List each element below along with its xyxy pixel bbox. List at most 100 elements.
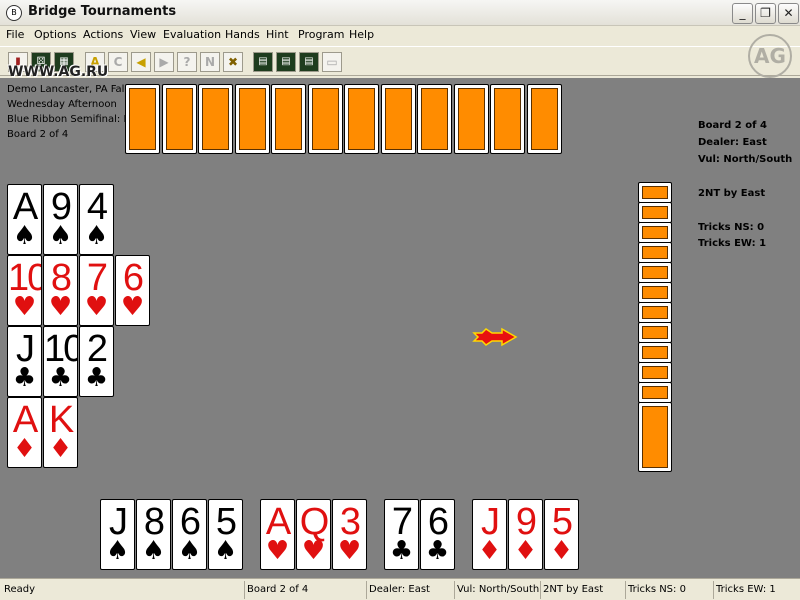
watermark-logo: AG [748,34,792,78]
toolbar: ▮ ⚄ ▦ A C ◀ ▶ ? N ✖ ▤ ▤ ▤ ▭ [0,46,800,76]
east-card-back [638,362,672,383]
film-3-icon[interactable]: ▤ [299,52,319,72]
north-card-back [417,84,452,154]
heart-icon: ♥ [301,536,326,566]
south-card-5-spade[interactable]: 5 ♠ [208,499,243,570]
south-card-j-spade[interactable]: J ♠ [100,499,135,570]
south-card-j-diamond[interactable]: J ♦ [472,499,507,570]
west-card-4-spade[interactable]: 4 ♠ [79,184,114,255]
status-contract: 2NT by East [540,581,625,599]
west-card-a-spade[interactable]: A ♠ [7,184,42,255]
status-tricks-ns: Tricks NS: 0 [625,581,713,599]
west-card-8-heart[interactable]: 8 ♥ [43,255,78,326]
south-card-q-heart[interactable]: Q ♥ [296,499,331,570]
forward-icon[interactable]: ▶ [154,52,174,72]
status-tricks-ew: Tricks EW: 1 [713,581,798,599]
heart-icon: ♥ [12,292,37,322]
south-card-7-club[interactable]: 7 ♣ [384,499,419,570]
north-card-back [271,84,306,154]
heart-icon: ♥ [265,536,290,566]
east-card-back [638,202,672,223]
north-card-back [307,84,343,154]
menu-hands[interactable]: Hands [225,28,260,41]
spade-icon: ♠ [177,536,202,566]
menu-help[interactable]: Help [349,28,374,41]
back-icon[interactable]: ◀ [131,52,151,72]
north-card-back [453,84,489,154]
east-card-back [638,262,672,283]
menu-bar: File Options Actions View Evaluation Han… [0,26,800,46]
south-card-6-club[interactable]: 6 ♣ [420,499,455,570]
menu-options[interactable]: Options [34,28,76,41]
contract-label: 2NT by East [698,188,766,199]
east-card-back [638,342,672,363]
spade-icon: ♠ [105,536,130,566]
menu-view[interactable]: View [130,28,156,41]
film-2-icon[interactable]: ▤ [276,52,296,72]
app-window: B Bridge Tournaments _ ❐ ✕ File Options … [0,0,800,600]
clear-icon[interactable]: C [108,52,128,72]
status-board: Board 2 of 4 [244,581,366,599]
dealer-label: Dealer: East [698,137,767,148]
west-card-10-heart[interactable]: 10♥ [7,255,42,326]
spade-icon: ♠ [213,536,238,566]
west-card-9-spade[interactable]: 9 ♠ [43,184,78,255]
north-card-back [125,84,160,154]
south-card-6-spade[interactable]: 6 ♠ [172,499,207,570]
app-icon[interactable]: B [6,5,22,21]
east-card-back [638,242,672,263]
east-card-back [638,402,672,472]
event-name: Demo Lancaster, PA Fal [7,84,125,95]
north-card-back [234,84,270,154]
west-card-10-club[interactable]: 10♣ [43,326,78,397]
close-button[interactable]: ✕ [778,3,799,24]
spade-icon: ♠ [84,221,109,251]
film-1-icon[interactable]: ▤ [253,52,273,72]
north-card-back [344,84,379,154]
south-card-5-diamond[interactable]: 5 ♦ [544,499,579,570]
spade-icon: ♠ [12,221,37,251]
heart-icon: ♥ [337,536,362,566]
diamond-icon: ♦ [477,536,502,566]
cancel-icon[interactable]: ✖ [223,52,243,72]
south-card-8-spade[interactable]: 8 ♠ [136,499,171,570]
film-4-icon[interactable]: ▭ [322,52,342,72]
menu-hint[interactable]: Hint [266,28,289,41]
club-icon: ♣ [84,363,109,393]
board-label: Board 2 of 4 [698,120,767,131]
west-card-k-diamond[interactable]: K ♦ [43,397,78,468]
west-card-7-heart[interactable]: 7 ♥ [79,255,114,326]
south-card-a-heart[interactable]: A ♥ [260,499,295,570]
west-card-6-heart[interactable]: 6 ♥ [115,255,150,326]
minimize-button[interactable]: _ [732,3,753,24]
east-card-back [638,382,672,403]
menu-program[interactable]: Program [298,28,344,41]
west-card-j-club[interactable]: J ♣ [7,326,42,397]
west-card-2-club[interactable]: 2 ♣ [79,326,114,397]
menu-file[interactable]: File [6,28,24,41]
diamond-icon: ♦ [513,536,538,566]
south-card-9-diamond[interactable]: 9 ♦ [508,499,543,570]
title-bar[interactable]: B Bridge Tournaments _ ❐ ✕ [0,0,800,26]
maximize-button[interactable]: ❐ [755,3,776,24]
vul-label: Vul: North/South [698,154,793,165]
menu-actions[interactable]: Actions [83,28,123,41]
session-name: Wednesday Afternoon [7,99,117,110]
heart-icon: ♥ [120,292,145,322]
club-icon: ♣ [12,363,37,393]
status-vul: Vul: North/South [454,581,540,599]
diamond-icon: ♦ [48,434,73,464]
west-card-a-diamond[interactable]: A ♦ [7,397,42,468]
east-card-back [638,322,672,343]
question-icon[interactable]: ? [177,52,197,72]
status-dealer: Dealer: East [366,581,454,599]
east-card-back [638,282,672,303]
north-card-back [161,84,197,154]
next-icon[interactable]: N [200,52,220,72]
menu-evaluation[interactable]: Evaluation [163,28,221,41]
spade-icon: ♠ [141,536,166,566]
south-card-3-heart[interactable]: 3 ♥ [332,499,367,570]
north-card-back [198,84,233,154]
east-card-back [638,302,672,323]
heart-icon: ♥ [48,292,73,322]
